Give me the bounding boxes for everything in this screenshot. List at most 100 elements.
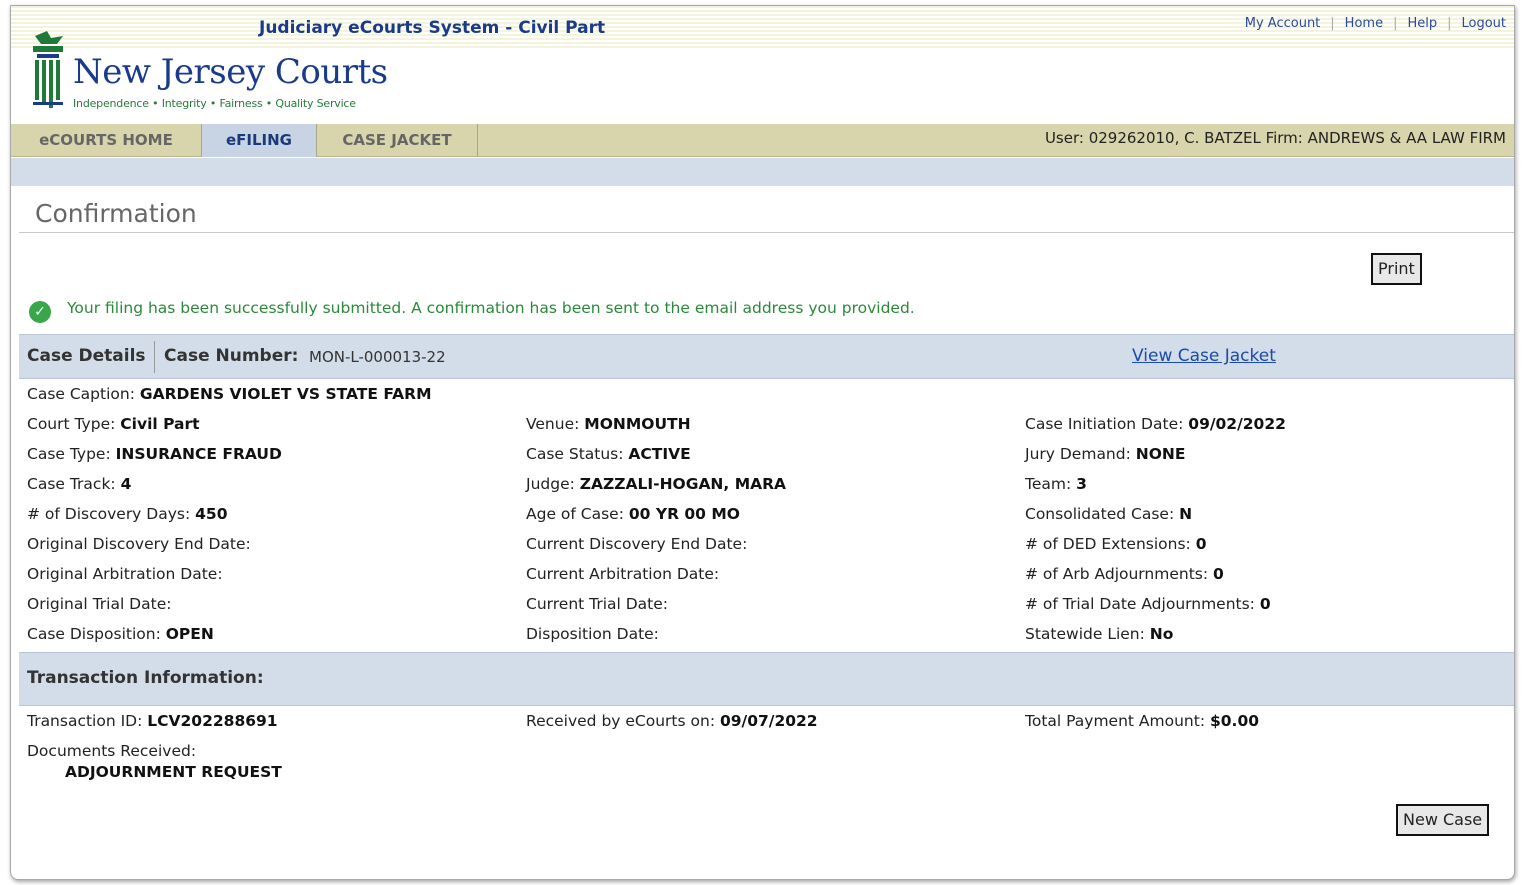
new-case-button[interactable]: New Case [1396, 804, 1490, 836]
field-value: 0 [1259, 595, 1271, 613]
field-label: # of Arb Adjournments: [1025, 565, 1209, 583]
case-field: Case Initiation Date: 09/02/2022 [1025, 415, 1286, 433]
print-button[interactable]: Print [1371, 253, 1422, 285]
field-label: Age of Case: [526, 505, 624, 523]
case-number-value: MON-L-000013-22 [309, 348, 446, 366]
field-value: NONE [1135, 445, 1186, 463]
received-date: Received by eCourts on: 09/07/2022 [526, 712, 818, 730]
field-label: Case Type: [27, 445, 111, 463]
case-field: # of Arb Adjournments: 0 [1025, 565, 1224, 583]
logo-tagline: Independence • Integrity • Fairness • Qu… [73, 97, 356, 110]
field-value: 0 [1195, 535, 1207, 553]
field-value: 00 YR 00 MO [628, 505, 740, 523]
main-nav: eCOURTS HOME eFILING CASE JACKET User: 0… [11, 124, 1514, 157]
field-label: Case Track: [27, 475, 116, 493]
field-label: Original Arbitration Date: [27, 565, 223, 583]
field-label: Current Trial Date: [526, 595, 669, 613]
divider [154, 341, 155, 373]
transaction-id: Transaction ID: LCV202288691 [27, 712, 278, 730]
field-label: Original Discovery End Date: [27, 535, 251, 553]
my-account-link[interactable]: My Account [1245, 16, 1321, 31]
field-label: Consolidated Case: [1025, 505, 1175, 523]
case-details-bar: Case Details Case Number: MON-L-000013-2… [19, 334, 1514, 379]
field-label: Case Initiation Date: [1025, 415, 1184, 433]
field-value: OPEN [165, 625, 214, 643]
field-value: No [1149, 625, 1174, 643]
case-field: Original Trial Date: [27, 595, 171, 613]
field-label: # of Discovery Days: [27, 505, 191, 523]
field-value: ACTIVE [628, 445, 691, 463]
field-value: $0.00 [1209, 712, 1260, 730]
field-value: 4 [120, 475, 132, 493]
case-field: Court Type: Civil Part [27, 415, 200, 433]
tab-case-jacket[interactable]: CASE JACKET [317, 124, 478, 157]
case-field: Judge: ZAZZALI-HOGAN, MARA [526, 475, 786, 493]
top-links: My Account | Home | Help | Logout [1245, 16, 1506, 31]
subnav-band [11, 158, 1514, 186]
home-link[interactable]: Home [1345, 16, 1383, 31]
field-label: Disposition Date: [526, 625, 659, 643]
site-header: Judiciary eCourts System - Civil Part My… [11, 6, 1514, 124]
case-field: Jury Demand: NONE [1025, 445, 1185, 463]
logo-wordmark: New Jersey Courts [73, 52, 388, 92]
app-window: Judiciary eCourts System - Civil Part My… [10, 5, 1515, 880]
case-field: Current Trial Date: [526, 595, 668, 613]
page-title: Confirmation [35, 199, 197, 228]
help-link[interactable]: Help [1407, 16, 1437, 31]
case-field: Original Discovery End Date: [27, 535, 251, 553]
field-label: Total Payment Amount: [1025, 712, 1206, 730]
field-value: 0 [1213, 565, 1224, 583]
field-value: 3 [1076, 475, 1087, 493]
case-field: # of DED Extensions: 0 [1025, 535, 1207, 553]
payment-amount: Total Payment Amount: $0.00 [1025, 712, 1259, 730]
field-label: Received by eCourts on: [526, 712, 716, 730]
divider [19, 232, 1514, 233]
case-details-label: Case Details [27, 346, 146, 366]
link-separator: | [1393, 16, 1398, 31]
field-label: Court Type: [27, 415, 116, 433]
tab-efiling[interactable]: eFILING [202, 124, 317, 157]
field-label: Team: [1025, 475, 1072, 493]
field-label: Judge: [526, 475, 575, 493]
success-message: Your filing has been successfully submit… [67, 299, 915, 317]
logout-link[interactable]: Logout [1461, 16, 1506, 31]
field-label: Case Caption: [27, 385, 135, 403]
tab-ecourts-home[interactable]: eCOURTS HOME [11, 124, 202, 157]
case-field: Age of Case: 00 YR 00 MO [526, 505, 740, 523]
field-label: Jury Demand: [1025, 445, 1131, 463]
system-title: Judiciary eCourts System - Civil Part [259, 18, 606, 38]
case-field: # of Trial Date Adjournments: 0 [1025, 595, 1271, 613]
case-field: # of Discovery Days: 450 [27, 505, 228, 523]
case-field: Case Status: ACTIVE [526, 445, 691, 463]
field-value: 09/02/2022 [1188, 415, 1286, 433]
field-label: Current Discovery End Date: [526, 535, 748, 553]
case-field: Statewide Lien: No [1025, 625, 1173, 643]
case-field: Team: 3 [1025, 475, 1087, 493]
field-label: Venue: [526, 415, 580, 433]
transaction-heading: Transaction Information: [27, 668, 264, 688]
case-caption: Case Caption: GARDENS VIOLET VS STATE FA… [27, 385, 432, 403]
field-value: LCV202288691 [147, 712, 278, 730]
field-label: Case Status: [526, 445, 624, 463]
field-label: Statewide Lien: [1025, 625, 1145, 643]
transaction-bar: Transaction Information: [19, 652, 1514, 706]
case-field: Current Discovery End Date: [526, 535, 747, 553]
field-value: 450 [195, 505, 228, 523]
field-value: GARDENS VIOLET VS STATE FARM [139, 385, 432, 403]
link-separator: | [1447, 16, 1452, 31]
case-field: Consolidated Case: N [1025, 505, 1192, 523]
case-field: Case Track: 4 [27, 475, 131, 493]
field-label: Original Trial Date: [27, 595, 172, 613]
case-field: Case Type: INSURANCE FRAUD [27, 445, 282, 463]
case-field: Disposition Date: [526, 625, 659, 643]
field-value: Civil Part [120, 415, 200, 433]
case-field: Original Arbitration Date: [27, 565, 223, 583]
link-separator: | [1330, 16, 1335, 31]
field-label: # of DED Extensions: [1025, 535, 1191, 553]
case-field: Venue: MONMOUTH [526, 415, 691, 433]
field-value: N [1179, 505, 1193, 523]
courthouse-logo-icon [33, 31, 63, 108]
field-label: Case Disposition: [27, 625, 161, 643]
view-case-jacket-link[interactable]: View Case Jacket [1132, 346, 1276, 366]
field-value: ZAZZALI-HOGAN, MARA [579, 475, 787, 493]
